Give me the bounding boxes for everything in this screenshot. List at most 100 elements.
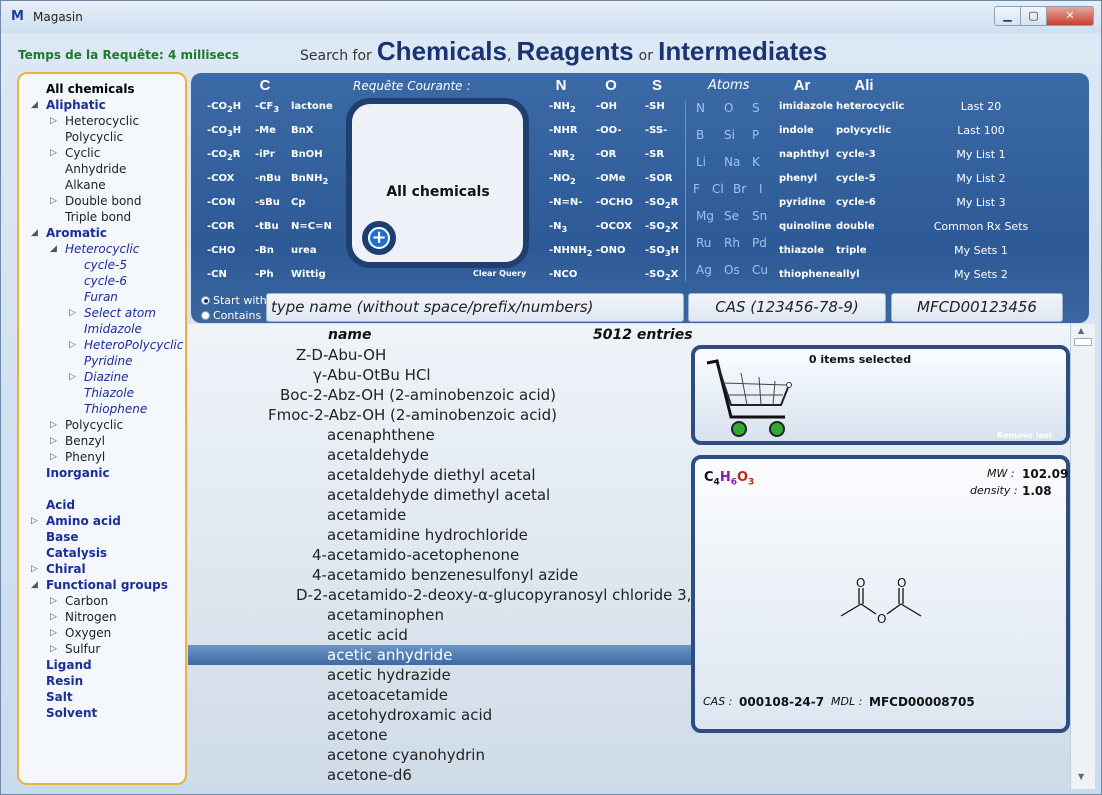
carbon-group-button[interactable]: -COX (207, 173, 234, 184)
tree-item[interactable]: Pyridine (84, 354, 133, 368)
collapsed-arrow-icon[interactable]: ▷ (50, 612, 57, 622)
list-item[interactable]: 4-acetamido benzenesulfonyl azide (188, 565, 691, 585)
saved-list-link[interactable]: My List 2 (911, 172, 1051, 185)
aliphatic-group-button[interactable]: double (836, 221, 875, 232)
tree-item[interactable]: Amino acid (46, 514, 121, 528)
tree-item[interactable]: Nitrogen (65, 610, 117, 624)
tree-item[interactable]: Inorganic (46, 466, 110, 480)
clear-query-button[interactable]: Clear Query (473, 269, 526, 278)
oxygen-group-button[interactable]: -OH (596, 101, 617, 112)
sulfur-group-button[interactable]: -SO3H (645, 245, 679, 258)
sulfur-group-button[interactable]: -SO2X (645, 221, 678, 234)
list-scrollbar[interactable]: ▲ ▼ (1070, 324, 1095, 789)
carbon-function-button[interactable]: N=C=N (291, 221, 332, 232)
tree-item[interactable]: Catalysis (46, 546, 107, 560)
current-query-box[interactable]: All chemicals + (346, 98, 529, 268)
collapsed-arrow-icon[interactable]: ▷ (69, 340, 76, 350)
sulfur-group-button[interactable]: -SH (645, 101, 665, 112)
scroll-down-icon[interactable]: ▼ (1078, 772, 1084, 781)
carbon-group-button[interactable]: -CO2R (207, 149, 241, 162)
atom-button[interactable]: Pd (752, 236, 767, 250)
list-item[interactable]: Z-D-Abu-OH (188, 345, 691, 365)
nitrogen-group-button[interactable]: -NR2 (549, 149, 575, 162)
aromatic-group-button[interactable]: pyridine (779, 197, 826, 208)
list-item[interactable]: Fmoc-2-Abz-OH (2-aminobenzoic acid) (188, 405, 691, 425)
sulfur-group-button[interactable]: -SOR (645, 173, 673, 184)
collapsed-arrow-icon[interactable]: ▷ (50, 452, 57, 462)
sulfur-group-button[interactable]: -SO2R (645, 197, 678, 210)
tree-item[interactable]: HeteroPolycyclic (84, 338, 183, 352)
carbon-function-button[interactable]: BnOH (291, 149, 323, 160)
carbon-function-button[interactable]: urea (291, 245, 317, 256)
saved-list-link[interactable]: My Sets 1 (911, 244, 1051, 257)
saved-list-link[interactable]: Last 100 (911, 124, 1051, 137)
atom-button[interactable]: K (752, 155, 760, 169)
atom-button[interactable]: Br (733, 182, 746, 196)
carbon-substituent-button[interactable]: -nBu (255, 173, 281, 184)
remove-last-button[interactable]: Remove last (997, 431, 1053, 440)
atom-button[interactable]: Na (724, 155, 740, 169)
tree-item[interactable]: Anhydride (65, 162, 126, 176)
tree-item[interactable]: Imidazole (84, 322, 142, 336)
contains-option[interactable]: Contains (201, 309, 261, 322)
contains-radio[interactable] (201, 311, 210, 320)
atom-button[interactable]: Ru (696, 236, 711, 250)
list-item[interactable]: acetoacetamide (188, 685, 691, 705)
tree-item[interactable]: Sulfur (65, 642, 100, 656)
scroll-up-icon[interactable]: ▲ (1078, 326, 1084, 335)
tree-item[interactable]: Ligand (46, 658, 92, 672)
saved-list-link[interactable]: My Sets 2 (911, 268, 1051, 281)
aromatic-group-button[interactable]: thiazole (779, 245, 824, 256)
tree-item[interactable]: Heterocyclic (65, 114, 139, 128)
atom-button[interactable]: I (759, 182, 763, 196)
aromatic-group-button[interactable]: naphthyl (779, 149, 829, 160)
tree-item[interactable]: Phenyl (65, 450, 105, 464)
name-column-header[interactable]: name (328, 327, 372, 343)
aliphatic-group-button[interactable]: cycle-6 (836, 197, 876, 208)
tree-item[interactable]: Oxygen (65, 626, 111, 640)
carbon-group-button[interactable]: -COR (207, 221, 235, 232)
aliphatic-group-button[interactable]: heterocyclic (836, 101, 904, 112)
aliphatic-group-button[interactable]: polycyclic (836, 125, 891, 136)
carbon-substituent-button[interactable]: -sBu (255, 197, 280, 208)
collapsed-arrow-icon[interactable]: ▷ (50, 148, 57, 158)
atom-button[interactable]: F (693, 182, 700, 196)
atom-button[interactable]: P (752, 128, 759, 142)
tree-item[interactable]: Polycyclic (65, 130, 123, 144)
list-item[interactable]: acetic hydrazide (188, 665, 691, 685)
saved-list-link[interactable]: My List 3 (911, 196, 1051, 209)
carbon-substituent-button[interactable]: -tBu (255, 221, 279, 232)
list-item[interactable]: acetohydroxamic acid (188, 705, 691, 725)
nitrogen-group-button[interactable]: -N=N- (549, 197, 582, 208)
carbon-function-button[interactable]: Wittig (291, 269, 326, 280)
nitrogen-group-button[interactable]: -NHNH2 (549, 245, 592, 258)
atom-button[interactable]: Mg (696, 209, 714, 223)
aromatic-group-button[interactable]: thiophene (779, 269, 836, 280)
tree-item[interactable]: Base (46, 530, 79, 544)
collapsed-arrow-icon[interactable]: ▷ (50, 644, 57, 654)
scrollbar-thumb[interactable] (1074, 338, 1092, 346)
aliphatic-group-button[interactable]: cycle-5 (836, 173, 876, 184)
list-item[interactable]: acetone (188, 725, 691, 745)
collapsed-arrow-icon[interactable]: ▷ (50, 196, 57, 206)
list-item[interactable]: acetamidine hydrochloride (188, 525, 691, 545)
tree-item[interactable]: Polycyclic (65, 418, 123, 432)
add-query-button[interactable]: + (362, 221, 396, 255)
list-item[interactable]: acetaldehyde dimethyl acetal (188, 485, 691, 505)
sulfur-group-button[interactable]: -SO2X (645, 269, 678, 282)
tree-item[interactable]: Thiazole (84, 386, 134, 400)
start-with-radio[interactable] (201, 296, 210, 305)
aromatic-group-button[interactable]: quinoline (779, 221, 831, 232)
name-search-input[interactable]: type name (without space/prefix/numbers) (266, 293, 684, 322)
nitrogen-group-button[interactable]: -NH2 (549, 101, 576, 114)
collapsed-arrow-icon[interactable]: ▷ (31, 516, 38, 526)
collapsed-arrow-icon[interactable]: ▷ (50, 116, 57, 126)
list-item[interactable]: acenaphthene (188, 425, 691, 445)
aromatic-group-button[interactable]: phenyl (779, 173, 817, 184)
carbon-substituent-button[interactable]: -Bn (255, 245, 274, 256)
sulfur-group-button[interactable]: -SS- (645, 125, 667, 136)
collapsed-arrow-icon[interactable]: ▷ (50, 628, 57, 638)
mfcd-search-input[interactable]: MFCD00123456 (891, 293, 1063, 322)
oxygen-group-button[interactable]: -ONO (596, 245, 626, 256)
carbon-function-button[interactable]: Cp (291, 197, 306, 208)
